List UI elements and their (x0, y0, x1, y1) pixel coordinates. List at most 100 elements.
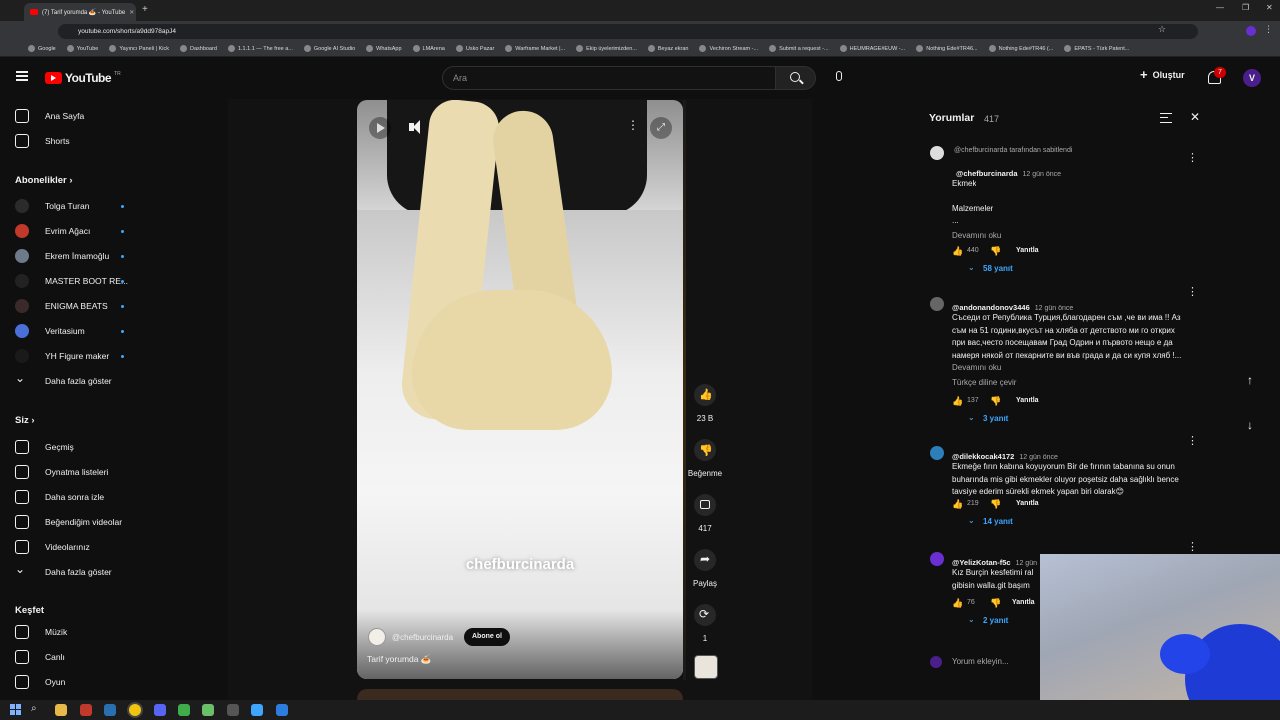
replies-toggle[interactable]: 58 yanıt (983, 264, 1013, 273)
bookmark-item[interactable]: Nothing Ede#TR46 (... (988, 45, 1053, 52)
file-explorer-icon[interactable] (55, 704, 67, 716)
bookmark-item[interactable]: Google AI Studio (303, 45, 355, 52)
comment-like-icon[interactable]: 👍 (952, 499, 963, 510)
sidebar-item[interactable]: Veritasium (0, 320, 146, 342)
sidebar-item[interactable]: ⌄ Daha fazla göster (0, 370, 146, 392)
bookmark-item[interactable]: YouTube (66, 45, 98, 52)
translate-link[interactable]: Türkçe diline çevir (952, 378, 1016, 387)
you-heading[interactable]: Siz › (15, 415, 35, 426)
sidebar-item[interactable]: Oynatma listeleri (0, 461, 146, 483)
comment-author[interactable]: @chefburcinarda (956, 169, 1018, 178)
bookmark-star-icon[interactable]: ☆ (1158, 24, 1166, 35)
menu-icon[interactable] (16, 71, 28, 81)
sidebar-item[interactable]: Oyun (0, 671, 146, 693)
chrome-icon[interactable] (129, 704, 141, 716)
browser-menu-icon[interactable]: ⋮ (1264, 24, 1273, 35)
comment-more-icon[interactable]: ⋮ (1187, 540, 1198, 553)
bookmark-item[interactable]: Usko Pazar (455, 45, 494, 52)
app-icon-4[interactable] (227, 704, 239, 716)
bookmark-item[interactable]: Beyaz ekran (647, 45, 688, 52)
sidebar-item[interactable]: ENIGMA BEATS (0, 295, 146, 317)
comment-dislike-icon[interactable]: 👎 (990, 246, 1001, 257)
comment-author[interactable]: @dilekkocak4172 (952, 452, 1014, 461)
search-button[interactable] (776, 66, 816, 90)
play-button[interactable] (369, 117, 391, 139)
bookmark-item[interactable]: Warframe Market |... (505, 45, 565, 52)
browser-tab[interactable]: (7) Tarif yorumda 🍝 - YouTube ✕ (24, 3, 136, 21)
app-icon-5[interactable] (251, 704, 263, 716)
sidebar-item[interactable]: YH Figure maker (0, 345, 146, 367)
comment-dislike-icon[interactable]: 👎 (990, 598, 1001, 609)
replies-chevron-icon[interactable]: ⌄ (968, 413, 975, 422)
close-panel-icon[interactable]: ✕ (1190, 110, 1200, 124)
previous-short-icon[interactable]: ↑ (1247, 373, 1253, 387)
bookmark-item[interactable]: EPATS - Türk Patent... (1064, 45, 1129, 52)
player-more-icon[interactable]: ⋮ (627, 118, 639, 132)
start-icon[interactable] (10, 704, 21, 715)
close-window-icon[interactable]: ✕ (1266, 3, 1273, 12)
sidebar-item[interactable]: Evrim Ağacı (0, 220, 146, 242)
sidebar-item[interactable]: Shorts (0, 130, 146, 152)
replies-toggle[interactable]: 14 yanıt (983, 517, 1013, 526)
comment-reply-button[interactable]: Yanıtla (1016, 500, 1039, 507)
minimize-icon[interactable]: — (1216, 3, 1224, 12)
comment-reply-button[interactable]: Yanıtla (1016, 247, 1039, 254)
comment-like-icon[interactable]: 👍 (952, 598, 963, 609)
bookmark-item[interactable]: Submit a request -... (769, 45, 829, 52)
sidebar-item[interactable]: Videolarınız (0, 536, 146, 558)
app-icon-2[interactable] (178, 704, 190, 716)
replies-chevron-icon[interactable]: ⌄ (968, 516, 975, 525)
dislike-button[interactable]: 👎 (694, 439, 716, 461)
comment-reply-button[interactable]: Yanıtla (1016, 397, 1039, 404)
commenter-avatar[interactable] (930, 297, 944, 311)
commenter-avatar[interactable] (930, 446, 944, 460)
channel-avatar[interactable] (368, 628, 386, 646)
youtube-logo[interactable]: YouTube TR (45, 71, 121, 85)
create-button[interactable]: + Oluştur (1140, 68, 1185, 81)
shorts-player[interactable]: ⋮ ⤢ chefburcinarda @chefburcinarda Abone… (357, 100, 683, 679)
replies-toggle[interactable]: 3 yanıt (983, 414, 1008, 423)
app-icon-3[interactable] (202, 704, 214, 716)
sidebar-item[interactable]: Daha sonra izle (0, 486, 146, 508)
sidebar-item[interactable]: MASTER BOOT RE... (0, 270, 146, 292)
replies-chevron-icon[interactable]: ⌄ (968, 263, 975, 272)
comment-dislike-icon[interactable]: 👎 (990, 499, 1001, 510)
address-bar[interactable]: youtube.com/shorts/a9dd978apJ4 (58, 24, 1198, 39)
app-icon-6[interactable] (276, 704, 288, 716)
replies-toggle[interactable]: 2 yanıt (983, 616, 1008, 625)
bookmark-item[interactable]: 1.1.1.1 — The free a... (227, 45, 293, 52)
sidebar-item[interactable]: Beğendiğim videolar (0, 511, 146, 533)
comment-like-icon[interactable]: 👍 (952, 246, 963, 257)
sidebar-item[interactable]: ⌄ Daha fazla göster (0, 561, 146, 583)
remix-button[interactable]: ⟳ (694, 604, 716, 626)
read-more-link[interactable]: Devamını oku (952, 231, 1001, 240)
add-comment-input[interactable]: Yorum ekleyin... (952, 657, 1009, 666)
sidebar-item[interactable]: Canlı (0, 646, 146, 668)
share-button[interactable]: ➦ (694, 549, 716, 571)
comments-button[interactable] (694, 494, 716, 516)
maximize-icon[interactable]: ❐ (1242, 3, 1249, 12)
fullscreen-icon[interactable]: ⤢ (650, 117, 672, 139)
comment-more-icon[interactable]: ⋮ (1187, 151, 1198, 164)
bookmark-item[interactable]: LMArena (412, 45, 445, 52)
bookmark-item[interactable]: Dashboard (180, 45, 217, 52)
steam-icon[interactable] (104, 704, 116, 716)
comment-reply-button[interactable]: Yanıtla (1012, 599, 1035, 606)
comment-dislike-icon[interactable]: 👎 (990, 396, 1001, 407)
subscriptions-heading[interactable]: Abonelikler › (15, 175, 73, 186)
sidebar-item[interactable]: Geçmiş (0, 436, 146, 458)
replies-chevron-icon[interactable]: ⌄ (968, 615, 975, 624)
bookmark-item[interactable]: HEUMRAGE#EUW -... (839, 45, 905, 52)
channel-name[interactable]: @chefburcinarda (392, 633, 453, 642)
tab-close-icon[interactable]: ✕ (129, 9, 134, 16)
comment-like-icon[interactable]: 👍 (952, 396, 963, 407)
subscribe-button[interactable]: Abone ol (464, 628, 510, 646)
sidebar-item[interactable]: Tolga Turan (0, 195, 146, 217)
volume-icon[interactable] (409, 120, 425, 134)
profile-avatar-icon[interactable] (1246, 26, 1256, 36)
like-button[interactable]: 👍 (694, 384, 716, 406)
comment-author[interactable]: @YelizKotan-f5c (952, 558, 1011, 567)
next-short-icon[interactable]: ↓ (1247, 418, 1253, 432)
sidebar-item[interactable]: Ekrem İmamoğlu (0, 245, 146, 267)
bookmark-item[interactable]: Vechiron Stream -... (699, 45, 758, 52)
